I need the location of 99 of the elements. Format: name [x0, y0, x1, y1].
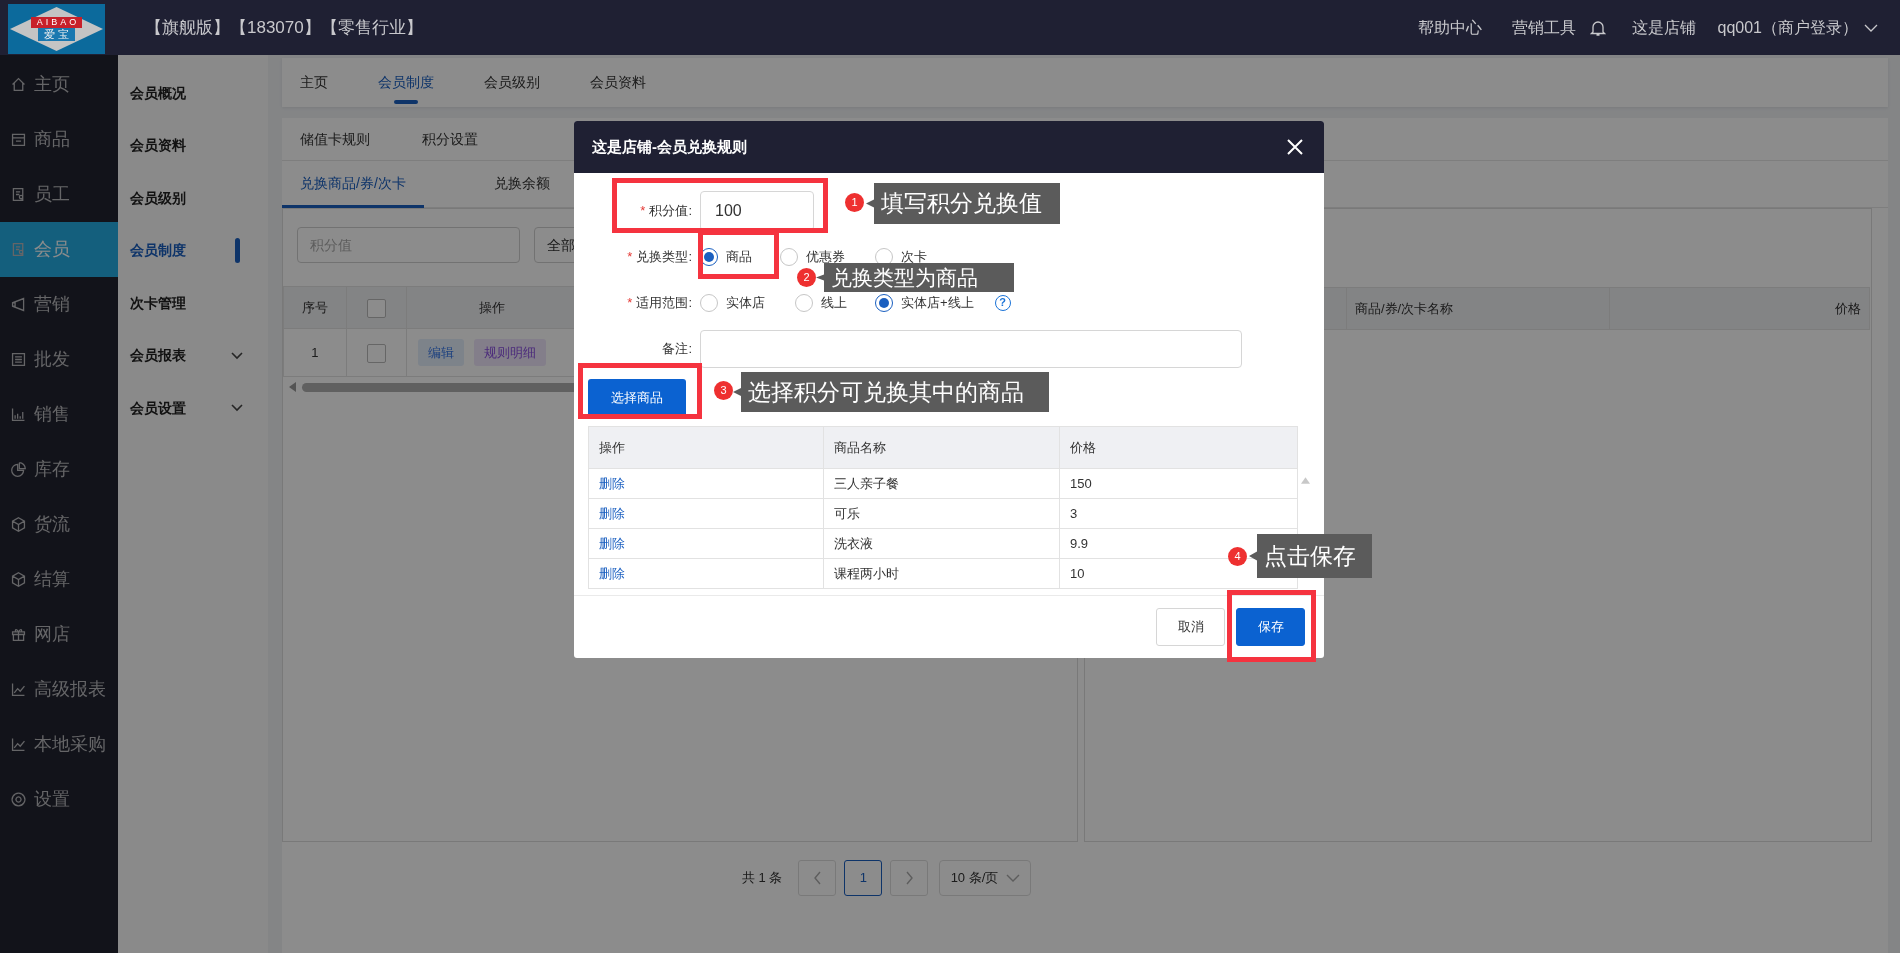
page-size-label: 10 条/页: [950, 869, 999, 888]
bar-chart-icon: [10, 406, 27, 423]
sub-tab[interactable]: 积分设置: [422, 118, 478, 160]
page-button[interactable]: 1: [844, 860, 883, 896]
settings-icon: [10, 791, 27, 808]
gift-icon: [10, 626, 27, 643]
edition-label: 【旗舰版】【183070】【零售行业】: [145, 16, 423, 39]
tab[interactable]: 会员级别: [484, 58, 540, 107]
chevron-right-icon: [904, 871, 914, 885]
scroll-up-icon[interactable]: [1301, 477, 1310, 484]
megaphone-icon: [10, 296, 27, 313]
page-size-select[interactable]: 10 条/页: [939, 860, 1032, 896]
radio-button[interactable]: [795, 294, 813, 312]
select-products-button[interactable]: 选择商品: [588, 379, 686, 417]
column-header: 价格: [1609, 287, 1870, 330]
home-icon: [10, 76, 27, 93]
prev-page-button[interactable]: [798, 860, 837, 896]
user-menu[interactable]: qq001（商户登录）: [1717, 15, 1858, 40]
cube-icon: [10, 516, 27, 533]
tab[interactable]: 会员资料: [590, 58, 646, 107]
sidebar-item[interactable]: 高级报表: [0, 662, 118, 717]
radio-button[interactable]: [780, 248, 798, 266]
list-icon: [10, 351, 27, 368]
sidebar-item[interactable]: 主页: [0, 57, 118, 112]
sidebar-item[interactable]: 员工: [0, 167, 118, 222]
table-cell: 1: [283, 328, 347, 377]
caret-icon: [1006, 873, 1021, 883]
subnav-item[interactable]: 次卡管理: [130, 292, 186, 314]
scroll-left-icon[interactable]: [289, 382, 296, 392]
checkbox[interactable]: [366, 298, 386, 318]
table-cell: 可乐: [823, 498, 1060, 529]
sidebar-item[interactable]: 批发: [0, 332, 118, 387]
sidebar-item[interactable]: 设置: [0, 772, 118, 827]
sidebar-item[interactable]: 商品: [0, 112, 118, 167]
callout-label: 选择积分可兑换其中的商品: [733, 372, 1049, 412]
callout-label: 填写积分兑换值: [866, 183, 1060, 224]
field-label: * 适用范围:: [626, 294, 693, 313]
input-field[interactable]: [700, 330, 1242, 368]
sidebar-item[interactable]: 货流: [0, 497, 118, 552]
table-cell: 3: [1059, 498, 1298, 529]
shop-icon: [10, 131, 27, 148]
caret-icon[interactable]: [1864, 22, 1878, 33]
cube-icon: [10, 571, 27, 588]
tab[interactable]: 会员制度: [378, 58, 434, 107]
column-header: 价格: [1059, 426, 1298, 469]
column-header: 商品/券/次卡名称: [1346, 287, 1610, 330]
radio-button[interactable]: [875, 294, 893, 312]
line-chart-icon: [10, 736, 27, 753]
radio-label[interactable]: 实体店: [726, 293, 765, 313]
dialog-title: 这是店铺-会员兑换规则: [592, 136, 747, 157]
radio-label[interactable]: 商品: [726, 247, 752, 267]
next-page-button[interactable]: [890, 860, 929, 896]
sidebar-item[interactable]: 销售: [0, 387, 118, 442]
sidebar-item[interactable]: 库存: [0, 442, 118, 497]
radio-label[interactable]: 实体店+线上: [901, 293, 974, 313]
field-label: * 积分值:: [639, 202, 693, 221]
cancel-button[interactable]: 取消: [1156, 608, 1225, 646]
action-button[interactable]: 规则明细: [473, 338, 546, 367]
save-button[interactable]: 保存: [1236, 608, 1305, 646]
line-chart-icon: [10, 681, 27, 698]
subnav-item[interactable]: 会员报表: [130, 345, 186, 367]
sidebar-item[interactable]: 结算: [0, 552, 118, 607]
delete-link[interactable]: 删除: [599, 475, 625, 491]
logo-text: AIBAO: [30, 16, 83, 28]
column-header: 操作: [588, 426, 824, 469]
callout-label: 兑换类型为商品: [816, 263, 1014, 292]
table-cell: 三人亲子餐: [823, 468, 1060, 499]
field-label: * 兑换类型:: [626, 248, 693, 267]
checkbox[interactable]: [366, 343, 386, 363]
bell-icon[interactable]: [1589, 18, 1606, 37]
subnav-item[interactable]: 会员设置: [130, 397, 186, 419]
subnav-item[interactable]: 会员资料: [130, 135, 186, 157]
delete-link[interactable]: 删除: [599, 505, 625, 521]
sidebar-item[interactable]: 网店: [0, 607, 118, 662]
sidebar-item[interactable]: 营销: [0, 277, 118, 332]
total-count: 共 1 条: [742, 869, 783, 888]
tab[interactable]: 主页: [300, 58, 328, 107]
store-link[interactable]: 这是店铺: [1631, 15, 1696, 40]
sub-tab[interactable]: 兑换商品/券/次卡: [282, 161, 424, 208]
subnav-item[interactable]: 会员制度: [130, 240, 186, 262]
chevron-left-icon: [812, 871, 822, 885]
header-link[interactable]: 帮助中心: [1417, 15, 1482, 40]
radio-button[interactable]: [700, 294, 718, 312]
sidebar-item[interactable]: 本地采购: [0, 717, 118, 772]
table-cell: 洗衣液: [823, 528, 1060, 559]
subnav-item[interactable]: 会员级别: [130, 187, 186, 209]
table-cell: 课程两小时: [823, 558, 1060, 589]
field-label: 备注:: [661, 340, 693, 359]
delete-link[interactable]: 删除: [599, 565, 625, 581]
column-header: 序号: [283, 286, 347, 329]
table-cell: 150: [1059, 468, 1298, 499]
sub-tab[interactable]: 兑换余额: [475, 161, 568, 208]
radio-label[interactable]: 线上: [821, 293, 847, 313]
header-link[interactable]: 营销工具: [1511, 15, 1576, 40]
pie-chart-icon: [10, 461, 27, 478]
subnav-item[interactable]: 会员概况: [130, 82, 186, 104]
sub-tab[interactable]: 储值卡规则: [300, 118, 370, 160]
delete-link[interactable]: 删除: [599, 535, 625, 551]
column-header: 商品名称: [823, 426, 1060, 469]
